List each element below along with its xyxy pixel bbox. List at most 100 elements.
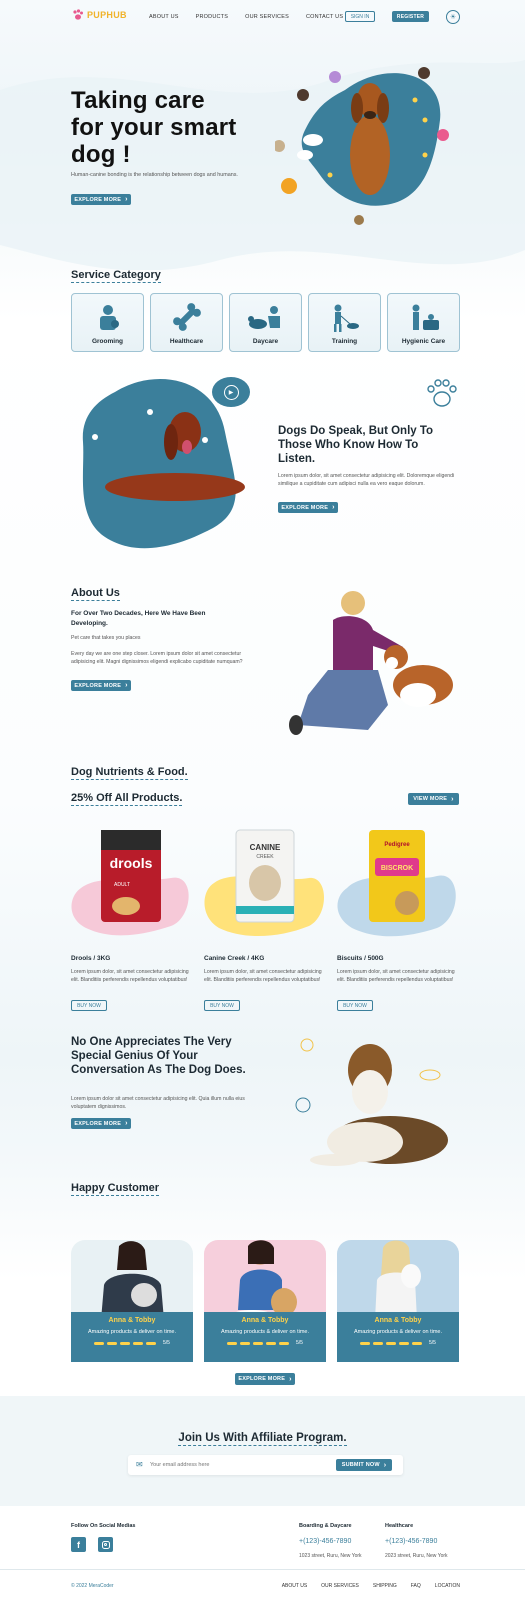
- speak-title: Dogs Do Speak, But Only To Those Who Kno…: [278, 425, 434, 465]
- service-card-healthcare[interactable]: Healthcare: [150, 293, 223, 352]
- drools-pack-label: ADULT: [114, 882, 130, 888]
- customer-text-2: Amazing products & deliver on time.: [220, 1329, 310, 1335]
- nav-our-services[interactable]: OUR SERVICES: [245, 14, 289, 20]
- service-label-training: Training: [331, 338, 358, 345]
- bone-rating-icon: [266, 1341, 277, 1345]
- submit-now-button[interactable]: SUBMIT NOW ›: [336, 1459, 392, 1471]
- customer-photo-1: [101, 1241, 164, 1320]
- customer-name-1: Anna & Tobby: [108, 1317, 156, 1324]
- product-name-canine-creek: Canine Creek / 4KG: [204, 955, 265, 962]
- products-offer: 25% Off All Products.: [71, 792, 183, 806]
- submit-now-label: SUBMIT NOW: [341, 1462, 380, 1468]
- service-card-grooming[interactable]: Grooming: [71, 293, 144, 352]
- services-heading: Service Category: [71, 269, 161, 283]
- affiliate-title: Join Us With Affiliate Program.: [178, 1432, 347, 1446]
- affiliate-section: [0, 1396, 525, 1506]
- canine-pack-brand: CANINE: [250, 843, 281, 852]
- footer-col2-phone[interactable]: +(123)-456-7890: [385, 1538, 437, 1545]
- about-heading: About Us: [71, 587, 120, 601]
- buy-now-button-drools[interactable]: BUY NOW: [71, 1000, 107, 1011]
- customer-band-3: Anna & Tobby Amazing products & deliver …: [337, 1312, 459, 1362]
- about-tagline: Pet care that takes you places: [71, 635, 141, 641]
- facebook-icon[interactable]: f: [71, 1537, 86, 1552]
- nav-products[interactable]: PRODUCTS: [196, 14, 228, 20]
- brand-name: PUPHUB: [87, 10, 127, 20]
- collie-dog-photo: [295, 1038, 448, 1166]
- daycare-icon: [247, 306, 280, 329]
- customers-explore-button[interactable]: EXPLORE MORE ›: [235, 1373, 295, 1385]
- theme-toggle-icon[interactable]: ☀: [446, 10, 460, 24]
- chevron-right-icon: ›: [125, 1120, 128, 1127]
- training-icon: [333, 304, 359, 332]
- biscuit-pack-label: BISCROK: [381, 865, 413, 872]
- customer-rating-value-2: 5/5: [296, 1340, 303, 1346]
- about-explore-label: EXPLORE MORE: [74, 682, 122, 689]
- customer-rating-2: 5/5: [227, 1340, 303, 1346]
- product-desc-canine-creek: Lorem ipsum dolor, sit amet consectetur …: [204, 969, 322, 983]
- footer-link-our-services[interactable]: OUR SERVICES: [321, 1583, 359, 1589]
- footer-links: ABOUT US OUR SERVICES SHIPPING FAQ LOCAT…: [268, 1583, 460, 1589]
- bone-rating-icon: [120, 1341, 131, 1345]
- quote-text: Lorem ipsum dolor sit amet consectetur a…: [71, 1096, 245, 1110]
- copyright-text: © 2022 MeraCoder: [71, 1583, 114, 1589]
- affiliate-title-wrap: Join Us With Affiliate Program.: [0, 1428, 525, 1446]
- service-card-daycare[interactable]: Daycare: [229, 293, 302, 352]
- service-card-training[interactable]: Training: [308, 293, 381, 352]
- about-explore-button[interactable]: EXPLORE MORE ›: [71, 680, 131, 691]
- affiliate-form: ✉ SUBMIT NOW›: [128, 1455, 403, 1475]
- hero-title-line-1: Taking care: [71, 87, 205, 114]
- bone-rating-icon: [279, 1341, 290, 1345]
- footer-col1-heading: Boarding & Daycare: [299, 1523, 352, 1529]
- brand-logo[interactable]: PUPHUB: [72, 9, 127, 21]
- bone-rating-icon: [399, 1341, 410, 1345]
- chevron-right-icon: ›: [125, 196, 128, 203]
- nav-about-us[interactable]: ABOUT US: [149, 14, 179, 20]
- product-name-biscuits: Biscuits / 500G: [337, 955, 384, 962]
- affiliate-email-input[interactable]: [150, 1459, 300, 1471]
- quote-explore-button[interactable]: EXPLORE MORE ›: [71, 1118, 131, 1129]
- service-label-hygienic-care: Hygienic Care: [401, 338, 446, 345]
- grooming-icon: [99, 305, 119, 330]
- hero-explore-button[interactable]: EXPLORE MORE ›: [71, 194, 131, 205]
- play-video-button[interactable]: ▶: [212, 377, 250, 407]
- register-button[interactable]: REGISTER: [392, 11, 429, 22]
- chevron-right-icon: ›: [451, 795, 454, 803]
- bone-rating-icon: [240, 1341, 251, 1345]
- main-nav: ABOUT US PRODUCTS OUR SERVICES CONTACT U…: [149, 14, 343, 20]
- instagram-icon[interactable]: [98, 1537, 113, 1552]
- buy-now-button-biscuits[interactable]: BUY NOW: [337, 1000, 373, 1011]
- service-label-grooming: Grooming: [91, 338, 124, 345]
- footer-col2-address: 2023 street, Ruru, New York: [385, 1553, 448, 1559]
- customer-card-2: Anna & Tobby Amazing products & deliver …: [204, 1240, 326, 1362]
- products-offer-text: 25% Off All Products.: [71, 792, 183, 806]
- customer-rating-1: 5/5: [94, 1340, 170, 1346]
- nav-contact-us[interactable]: CONTACT US: [306, 14, 343, 20]
- product-image-biscuits: Pedigree BISCROK: [337, 830, 456, 937]
- footer-col1-phone[interactable]: +(123)-456-7890: [299, 1538, 351, 1545]
- service-label-daycare: Daycare: [252, 338, 279, 345]
- mail-icon: ✉: [136, 1460, 143, 1469]
- customer-band-2: Anna & Tobby Amazing products & deliver …: [204, 1312, 326, 1362]
- bone-rating-icon: [227, 1341, 238, 1345]
- footer-link-faq[interactable]: FAQ: [411, 1583, 421, 1589]
- sign-in-button[interactable]: SIGN IN: [345, 11, 375, 22]
- buy-now-button-canine-creek[interactable]: BUY NOW: [204, 1000, 240, 1011]
- chevron-right-icon: ›: [383, 1461, 387, 1469]
- footer-link-location[interactable]: LOCATION: [435, 1583, 460, 1589]
- footer-link-about-us[interactable]: ABOUT US: [282, 1583, 307, 1589]
- customer-card-1: Anna & Tobby Amazing products & deliver …: [71, 1240, 193, 1362]
- service-card-hygienic-care[interactable]: Hygienic Care: [387, 293, 460, 352]
- bone-rating-icon: [133, 1341, 144, 1345]
- speak-explore-button[interactable]: EXPLORE MORE ›: [278, 502, 338, 513]
- customers-explore-label: EXPLORE MORE: [238, 1376, 286, 1382]
- products-heading: Dog Nutrients & Food.: [71, 766, 188, 780]
- about-text: Every day we are one step closer. Lorem …: [71, 651, 243, 665]
- bone-rating-icon: [253, 1341, 264, 1345]
- customer-band-1: Anna & Tobby Amazing products & deliver …: [71, 1312, 193, 1362]
- footer-link-shipping[interactable]: SHIPPING: [373, 1583, 397, 1589]
- view-more-button[interactable]: VIEW MORE ›: [408, 793, 459, 805]
- bone-rating-icon: [107, 1341, 118, 1345]
- customer-rating-3: 5/5: [360, 1340, 436, 1346]
- bone-rating-icon: [373, 1341, 384, 1345]
- product-image-canine-creek: CANINE CREEK: [204, 829, 324, 937]
